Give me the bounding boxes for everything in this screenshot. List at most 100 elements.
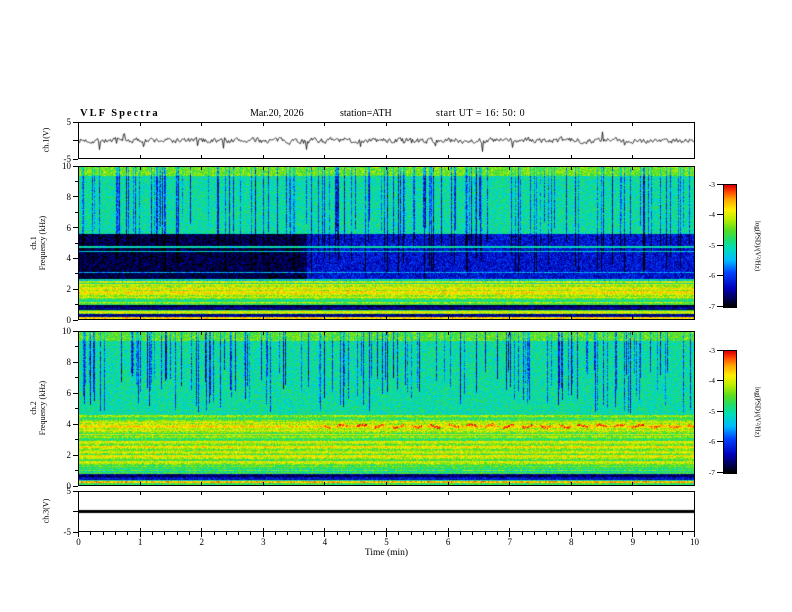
panel-tick [632,316,634,319]
panel-tick [447,528,449,531]
ch1-spectrogram-canvas [79,167,694,319]
panel-tick [262,492,264,495]
panel-tick [386,316,387,319]
ch2-label-line1: ch.2 [29,401,38,415]
colorbar-tick-label: -6 [708,271,715,280]
x-tick-label: 5 [384,537,389,547]
x-tick-label: 3 [261,537,266,547]
colorbar-tick [717,441,723,442]
panel-tick [447,492,449,495]
panel-tick [570,332,572,335]
panel-tick [447,482,449,485]
colorbar-tick-label: -5 [708,240,715,250]
x-minor-tick [644,532,646,535]
panel-tick [262,528,264,531]
panel-tick [139,155,141,158]
panel-tick [447,332,449,335]
panel-tick [509,492,511,495]
x-minor-tick [398,532,400,535]
x-minor-tick [657,532,659,535]
x-minor-tick [533,532,535,535]
y-tick [73,121,78,123]
panel-tick [386,482,387,485]
panel-tick [447,316,449,319]
panel-tick [201,316,203,319]
ch3-voltage-axis-label: ch.3(V) [41,498,51,524]
panel-tick [324,492,326,495]
y-tick-label: 0 [66,315,72,325]
panel-tick [570,482,572,485]
y-minor-tick [75,242,78,244]
panel-tick [262,316,264,319]
y-tick [73,454,78,456]
ch1-frequency-axis-label: ch.1 Frequency (kHz) [29,216,47,270]
panel-tick [139,167,141,170]
y-tick [73,158,78,160]
ch2-frequency-axis-label: ch.2 Frequency (kHz) [29,381,47,435]
colorbar-tick [717,471,723,473]
x-minor-tick [349,532,351,535]
y-tick-label: 10 [62,326,71,336]
panel-tick [570,528,572,531]
y-minor-tick [75,346,78,347]
panel-tick [570,167,572,170]
x-minor-tick [336,532,338,535]
x-tick-label: 9 [630,537,636,547]
y-tick [73,490,78,492]
ch2-spectrogram-panel [78,331,695,486]
colorbar2-label: log(PSD)/(V²/Hz) [753,386,762,438]
x-minor-tick [620,532,622,535]
x-tick-label: 2 [199,537,204,547]
x-minor-tick [435,532,437,535]
y-tick-label: 5 [66,117,72,127]
y-tick-label: 2 [66,284,72,295]
colorbar1-label: log(PSD)/(V²/Hz) [753,220,762,272]
y-tick [73,531,78,533]
panel-tick [139,123,141,126]
panel-tick [509,316,511,319]
panel-tick [324,528,326,531]
x-minor-tick [102,532,104,535]
x-minor-tick [250,532,252,535]
x-minor-tick [558,532,560,535]
x-tick-label: 6 [445,537,451,547]
x-minor-tick [151,532,153,535]
ch1-waveform-panel [78,122,695,159]
ch3-waveform-canvas [79,492,694,531]
y-tick-label: 10 [62,161,71,171]
colorbar-tick-label: -7 [708,301,715,311]
x-minor-tick [422,532,424,535]
panel-tick [447,123,449,126]
x-tick-label: 1 [137,537,143,547]
panel-tick [632,482,634,485]
panel-tick [262,123,264,126]
x-minor-tick [583,532,585,535]
panel-tick [386,332,387,335]
y-minor-tick [75,304,78,306]
start-ut-label: start UT = 16: 50: 0 [436,108,526,119]
colorbar-tick [717,380,723,381]
panel-tick [262,332,264,335]
y-minor-tick [75,180,78,182]
x-minor-tick [669,532,671,535]
y-tick [73,257,78,259]
x-minor-tick [521,532,523,535]
panel-tick [324,167,326,170]
panel-tick [201,528,203,531]
panel-tick [324,332,326,335]
panel-tick [201,332,203,335]
x-minor-tick [681,532,683,535]
x-minor-tick [213,532,215,535]
plot-date: Mar.20, 2026 [250,108,304,119]
panel-tick [324,482,326,485]
x-minor-tick [607,532,609,535]
y-minor-tick [75,377,78,378]
colorbar-tick-label: -5 [708,406,715,416]
x-tick-label: 10 [690,537,699,547]
plot-title: VLF Spectra [80,108,160,119]
ch1-voltage-axis-label: ch.1(V) [41,127,51,153]
panel-tick [632,123,634,126]
ch1-label-line2: Frequency (kHz) [38,215,47,271]
ch2-spectrogram-canvas [79,332,694,485]
colorbar-tick-label: -6 [708,437,715,446]
